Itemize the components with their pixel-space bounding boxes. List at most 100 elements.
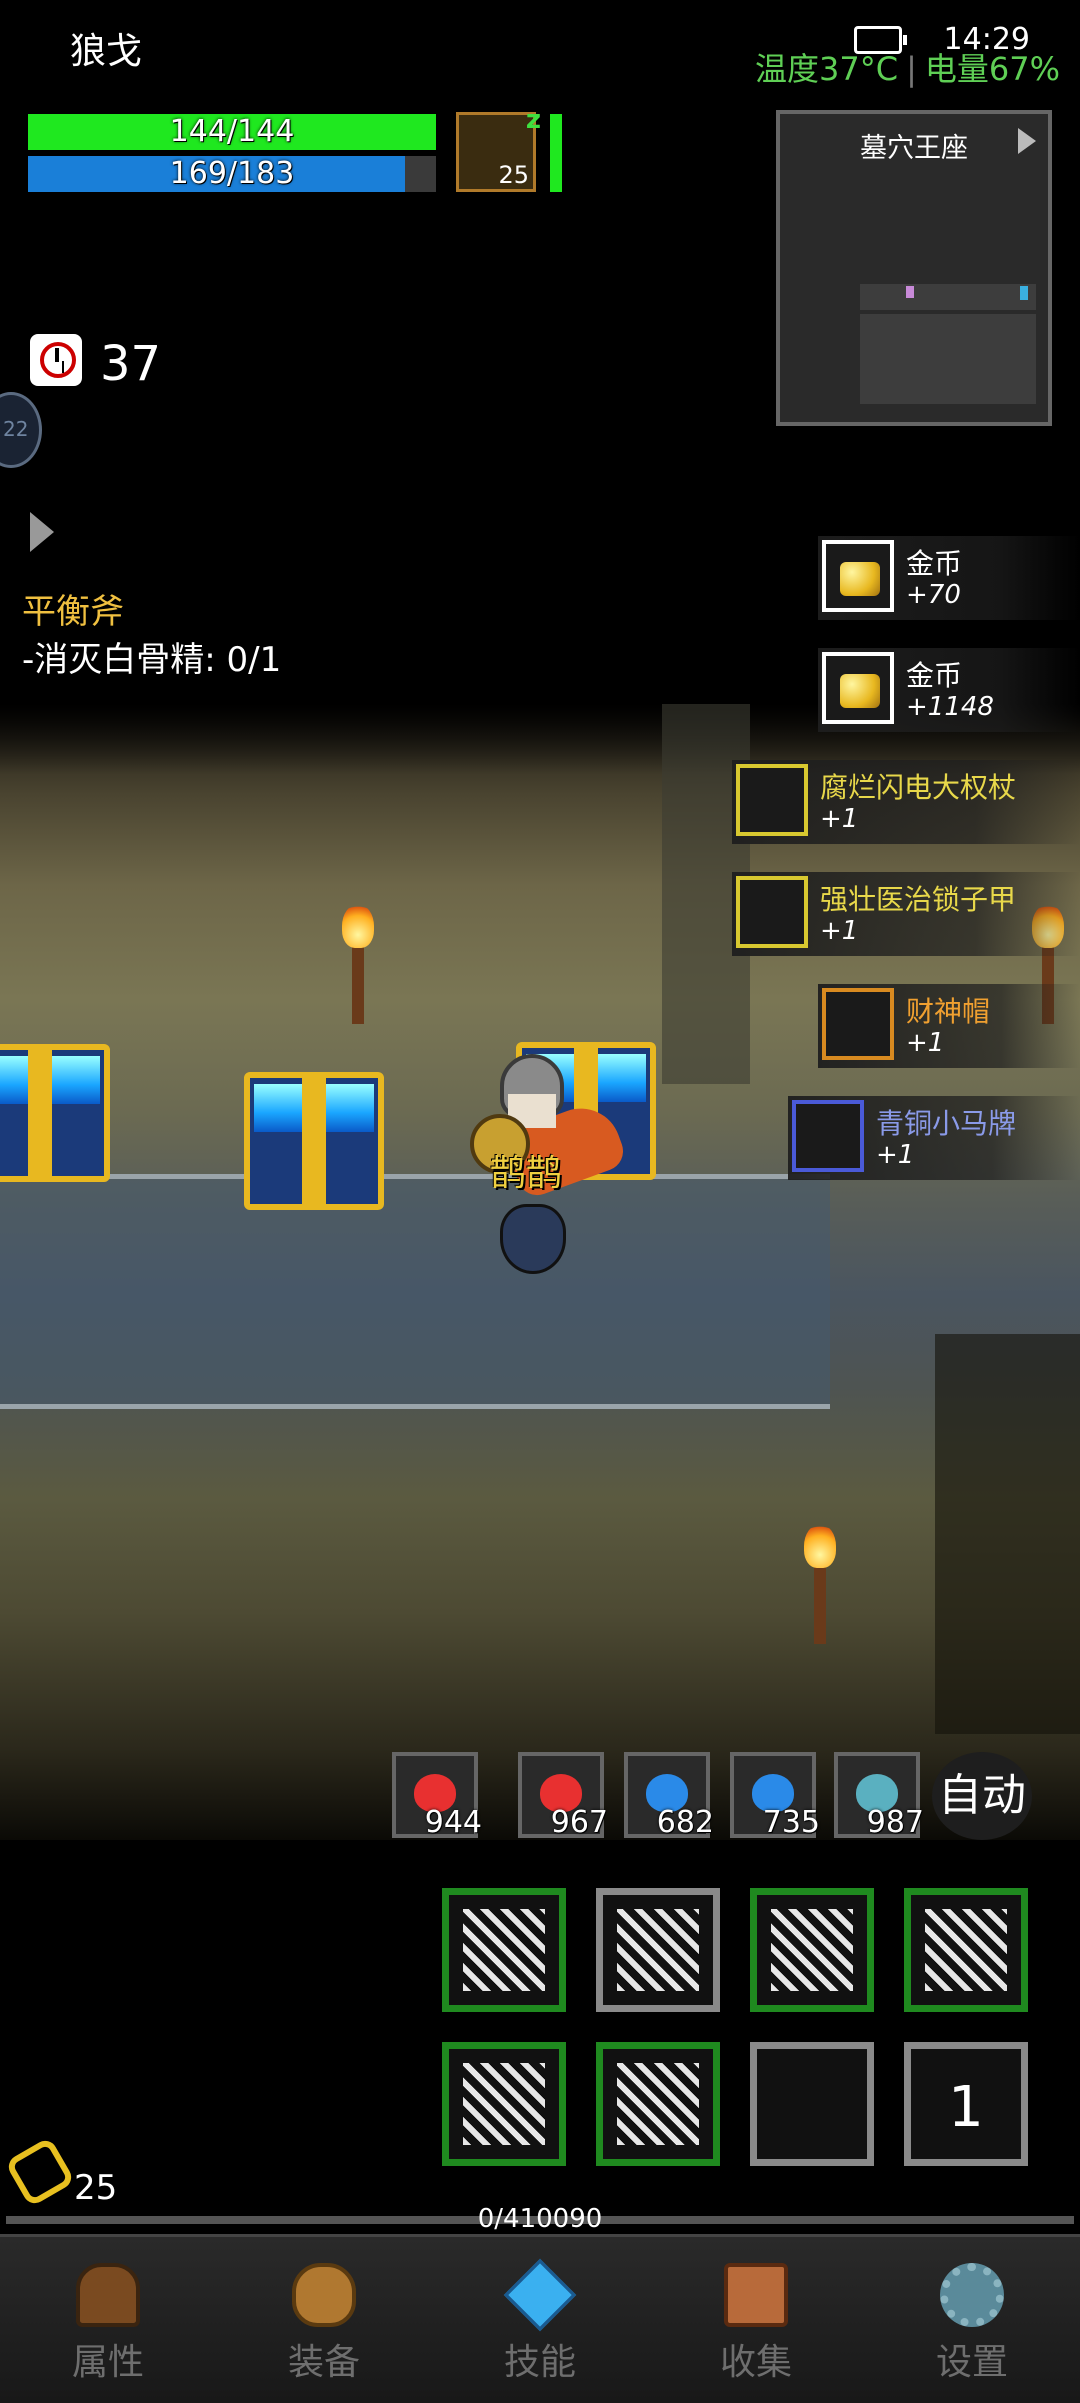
nav-item-settings[interactable]: 设置 xyxy=(864,2237,1080,2403)
nav-label: 收集 xyxy=(719,2342,792,2383)
book-icon xyxy=(724,2263,788,2327)
potion-slot[interactable]: 682 xyxy=(624,1752,714,1840)
timer-value: 37 xyxy=(100,336,162,392)
nav-item-collection[interactable]: 收集 xyxy=(648,2237,864,2403)
skill-rune-icon xyxy=(771,1909,853,1991)
player-name: 狼戈 xyxy=(70,31,143,72)
mp-bar: 169/183 xyxy=(28,156,436,192)
nav-item-equipment[interactable]: 装备 xyxy=(216,2237,432,2403)
potion-count: 682 xyxy=(656,1805,714,1840)
bottom-nav: 属性 装备 技能 收集 设置 xyxy=(0,2234,1080,2403)
loot-name: 强壮医治锁子甲 xyxy=(820,883,1017,916)
hat-icon xyxy=(822,988,894,1060)
loot-name: 腐烂闪电大权杖 xyxy=(820,771,1017,804)
loot-count: +70 xyxy=(906,580,961,610)
minimap-room xyxy=(860,284,1036,310)
pet-hp-bar xyxy=(550,114,562,192)
auto-button[interactable]: 自动 xyxy=(932,1752,1032,1840)
skill-slot[interactable] xyxy=(596,1888,720,2012)
pet-level: 25 xyxy=(498,161,529,189)
corridor-floor xyxy=(0,1174,830,1409)
chainmail-icon xyxy=(736,876,808,948)
potion-slot[interactable]: 987 xyxy=(834,1752,924,1840)
skill-rune-icon xyxy=(463,2063,545,2145)
nav-label: 设置 xyxy=(935,2342,1008,2383)
nav-item-attributes[interactable]: 属性 xyxy=(0,2237,216,2403)
loot-notification: 强壮医治锁子甲 +1 xyxy=(732,872,1080,956)
side-buff-badge[interactable]: 22 xyxy=(0,392,42,468)
loot-notification: 青铜小马牌 +1 xyxy=(788,1096,1080,1180)
nav-item-skills[interactable]: 技能 xyxy=(432,2237,648,2403)
side-badge-label: 22 xyxy=(3,417,29,441)
helmet-icon xyxy=(76,2263,140,2327)
skill-slot[interactable] xyxy=(750,1888,874,2012)
nav-label: 技能 xyxy=(503,2342,576,2383)
loot-notification: 财神帽 +1 xyxy=(818,984,1080,1068)
potion-slot[interactable]: 944 xyxy=(392,1752,482,1840)
loot-count: +1 xyxy=(820,804,859,834)
penguin-mount xyxy=(500,1204,566,1274)
skill-page-button[interactable]: 1 xyxy=(904,2042,1028,2166)
treasure-chest[interactable] xyxy=(0,1044,110,1182)
quest-title[interactable]: 平衡斧 xyxy=(22,584,124,633)
skill-rune-icon xyxy=(617,1909,699,1991)
scepter-icon xyxy=(736,764,808,836)
quest-task: -消灭白骨精: 0/1 xyxy=(22,640,282,680)
potion-count: 987 xyxy=(866,1805,924,1840)
skill-rune-icon xyxy=(925,1909,1007,1991)
loot-notification: 金币 +70 xyxy=(818,536,1080,620)
mp-text: 169/183 xyxy=(169,156,295,191)
loot-count: +1148 xyxy=(906,692,994,722)
skill-slot-empty[interactable] xyxy=(750,2042,874,2166)
minimap-expand-icon[interactable] xyxy=(1018,128,1036,154)
clock-icon xyxy=(30,334,82,386)
gear-icon xyxy=(940,2263,1004,2327)
potion-slot[interactable]: 735 xyxy=(730,1752,820,1840)
loot-count: +1 xyxy=(906,1028,945,1058)
potion-count: 944 xyxy=(424,1805,482,1840)
torch-icon xyxy=(342,904,374,1024)
loot-count: +1 xyxy=(820,916,859,946)
potion-count: 735 xyxy=(762,1805,820,1840)
potion-count: 967 xyxy=(550,1805,608,1840)
gold-coin-icon xyxy=(822,652,894,724)
badge-icon xyxy=(792,1100,864,1172)
loot-name: 青铜小马牌 xyxy=(876,1107,1017,1140)
loot-name: 金币 xyxy=(906,547,963,580)
loot-name: 金币 xyxy=(906,659,963,692)
nav-label: 属性 xyxy=(71,2342,144,2383)
chain-icon xyxy=(4,2136,76,2208)
device-status: 温度37°C | 电量67% xyxy=(755,50,1060,88)
skill-rune-icon xyxy=(617,2063,699,2145)
gem-icon xyxy=(503,2258,577,2332)
sleep-icon: z xyxy=(525,105,541,135)
potion-slot[interactable]: 967 xyxy=(518,1752,608,1840)
minimap-room xyxy=(860,314,1036,404)
character-name: 鹊鹊 xyxy=(490,1153,563,1194)
skill-slot[interactable] xyxy=(596,2042,720,2166)
loot-notification: 腐烂闪电大权杖 +1 xyxy=(732,760,1080,844)
loot-name: 财神帽 xyxy=(906,995,991,1028)
nav-label: 装备 xyxy=(287,2342,360,2383)
expand-arrow-icon[interactable] xyxy=(30,512,54,552)
skill-rune-icon xyxy=(463,1909,545,1991)
gold-coin-icon xyxy=(822,540,894,612)
bag-icon xyxy=(292,2263,356,2327)
skill-slot[interactable] xyxy=(442,2042,566,2166)
minimap-exit-marker xyxy=(1020,286,1028,300)
treasure-chest[interactable] xyxy=(244,1072,384,1210)
xp-text: 0/410090 xyxy=(477,2204,603,2234)
skill-page-number: 1 xyxy=(948,2075,984,2140)
skill-slot[interactable] xyxy=(904,1888,1028,2012)
pet-portrait[interactable]: z 25 xyxy=(456,105,541,192)
loot-notification: 金币 +1148 xyxy=(818,648,1080,732)
chain-count: 25 xyxy=(74,2168,118,2208)
torch-icon xyxy=(804,1524,836,1644)
hp-text: 144/144 xyxy=(169,114,295,149)
hp-bar: 144/144 xyxy=(28,114,436,150)
minimap-title: 墓穴王座 xyxy=(860,133,968,164)
minimap-player-marker xyxy=(906,286,914,298)
minimap[interactable]: 墓穴王座 xyxy=(776,110,1052,426)
battery-text: 电量67% xyxy=(924,50,1060,88)
skill-slot[interactable] xyxy=(442,1888,566,2012)
